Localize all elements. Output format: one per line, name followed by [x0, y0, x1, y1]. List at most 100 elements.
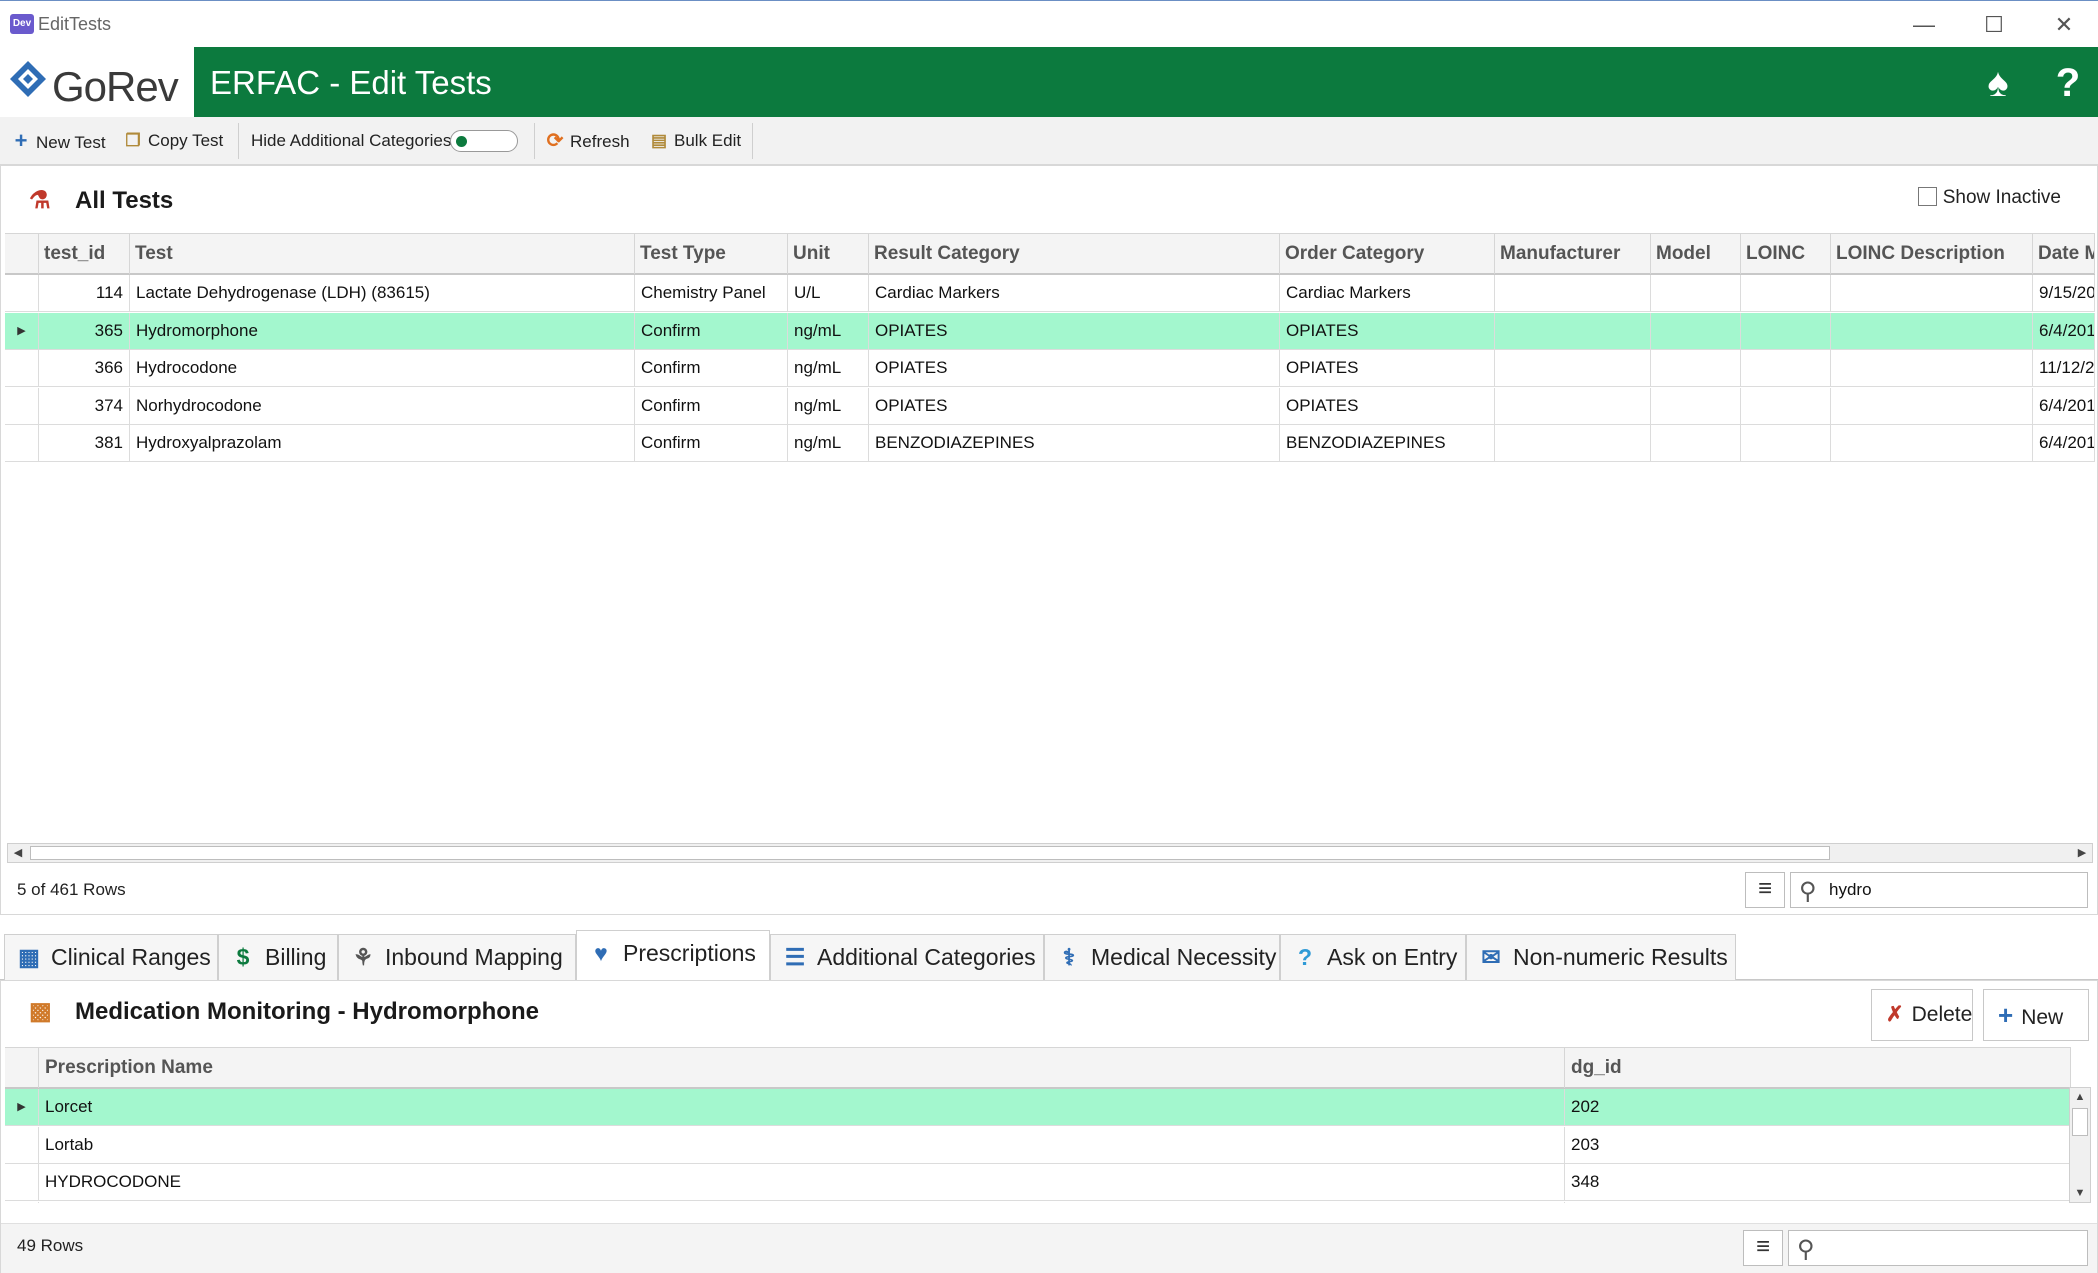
table-cell[interactable]: ng/mL [788, 387, 869, 424]
column-header[interactable]: Model [1651, 234, 1741, 274]
table-cell[interactable]: Confirm [635, 387, 788, 424]
bulk-edit-button[interactable]: ▤ Bulk Edit [648, 127, 741, 155]
table-cell[interactable] [1741, 275, 1831, 311]
table-cell[interactable]: BENZODIAZEPINES [1280, 425, 1495, 461]
users-key-icon[interactable]: ♠ [1976, 61, 2020, 105]
column-header[interactable]: Unit [788, 234, 869, 274]
table-row[interactable]: ▶ Lorcet 202 [5, 1089, 2071, 1126]
column-header[interactable]: Date M [2033, 234, 2095, 274]
column-header[interactable]: Result Category [869, 234, 1280, 274]
table-row[interactable]: 366 Hydrocodone Confirm ng/mL OPIATES OPIATES… [5, 350, 2095, 387]
table-cell[interactable] [1831, 312, 2033, 349]
show-inactive-checkbox[interactable]: Show Inactive [1917, 187, 2061, 209]
table-cell[interactable] [1831, 425, 2033, 461]
table-row[interactable]: Anexsia207 [5, 1201, 2071, 1203]
new-test-button[interactable]: + New Test [10, 127, 106, 155]
horizontal-scrollbar[interactable]: ◀ ▶ [7, 843, 2093, 863]
hide-additional-toggle[interactable] [450, 130, 518, 152]
column-header[interactable]: test_id [39, 234, 130, 274]
minimize-icon[interactable]: — [1894, 9, 1954, 41]
help-icon[interactable]: ? [2046, 61, 2090, 105]
table-cell[interactable] [1651, 425, 1741, 461]
copy-test-button[interactable]: ❐ Copy Test [122, 127, 223, 155]
scroll-right-icon[interactable]: ▶ [2072, 844, 2092, 862]
table-cell[interactable]: Chemistry Panel [635, 275, 788, 311]
scrollbar-thumb[interactable] [30, 846, 1830, 860]
table-cell[interactable] [1741, 350, 1831, 386]
vertical-scrollbar[interactable]: ▲ ▼ [2069, 1087, 2091, 1203]
table-cell[interactable] [1831, 350, 2033, 386]
table-cell[interactable]: Cardiac Markers [1280, 275, 1495, 311]
table-cell[interactable]: ng/mL [788, 425, 869, 461]
table-cell[interactable]: 9/15/20 [2033, 275, 2095, 311]
table-row[interactable]: HYDROCODONE 348 [5, 1164, 2071, 1201]
table-cell[interactable]: BENZODIAZEPINES [869, 425, 1280, 461]
table-cell[interactable] [1831, 387, 2033, 424]
table-cell[interactable]: 6/4/201 [2033, 425, 2095, 461]
column-header[interactable]: Test [130, 234, 635, 274]
table-cell[interactable] [1741, 387, 1831, 424]
delete-button[interactable]: ✗ Delete [1871, 989, 1973, 1041]
table-cell[interactable]: OPIATES [1280, 312, 1495, 349]
table-cell[interactable]: OPIATES [869, 387, 1280, 424]
table-cell[interactable]: Cardiac Markers [869, 275, 1280, 311]
column-header[interactable]: Order Category [1280, 234, 1495, 274]
checkbox-box[interactable] [1917, 187, 1937, 206]
new-button[interactable]: + New [1983, 989, 2089, 1041]
table-cell[interactable]: OPIATES [1280, 387, 1495, 424]
tab-non-numeric-results[interactable]: ✉ Non-numeric Results [1466, 934, 1736, 980]
table-cell[interactable]: 202 [1565, 1089, 2071, 1125]
table-cell[interactable] [1741, 425, 1831, 461]
table-cell[interactable]: OPIATES [869, 312, 1280, 349]
close-icon[interactable]: ✕ [2034, 9, 2094, 41]
table-cell[interactable]: Hydromorphone [130, 312, 635, 349]
table-cell[interactable]: Lactate Dehydrogenase (LDH) (83615) [130, 275, 635, 311]
table-cell[interactable]: Confirm [635, 425, 788, 461]
table-cell[interactable]: Hydroxyalprazolam [130, 425, 635, 461]
table-cell[interactable] [1651, 312, 1741, 349]
column-header[interactable]: Test Type [635, 234, 788, 274]
table-cell[interactable]: 6/4/201 [2033, 312, 2095, 349]
tab-prescriptions[interactable]: ♥ Prescriptions [576, 930, 770, 981]
table-cell[interactable]: 365 [39, 312, 130, 349]
scroll-down-icon[interactable]: ▼ [2070, 1184, 2090, 1202]
table-cell[interactable]: Confirm [635, 350, 788, 386]
table-cell[interactable]: OPIATES [1280, 350, 1495, 386]
column-header[interactable]: LOINC Description [1831, 234, 2033, 274]
table-cell[interactable] [1651, 275, 1741, 311]
grid-menu-button[interactable]: ≡ [1745, 872, 1785, 908]
table-row[interactable]: ▶ 365 Hydromorphone Confirm ng/mL OPIATES OPIA… [5, 312, 2095, 350]
table-cell[interactable]: ng/mL [788, 350, 869, 386]
tab-inbound-mapping[interactable]: ⚘ Inbound Mapping [338, 934, 576, 980]
grid-menu-button[interactable]: ≡ [1743, 1230, 1783, 1266]
tab-billing[interactable]: $ Billing [218, 934, 338, 980]
table-cell[interactable]: Lortab [39, 1126, 1565, 1163]
table-cell[interactable]: 6/4/201 [2033, 387, 2095, 424]
column-header[interactable]: dg_id [1565, 1048, 2071, 1088]
table-cell[interactable]: 11/12/2 [2033, 350, 2095, 386]
table-cell[interactable]: 203 [1565, 1126, 2071, 1163]
table-cell[interactable]: Norhydrocodone [130, 387, 635, 424]
column-header[interactable]: Prescription Name [39, 1048, 1565, 1088]
table-cell[interactable] [1495, 312, 1651, 349]
table-cell[interactable]: ng/mL [788, 312, 869, 349]
table-cell[interactable] [1495, 350, 1651, 386]
tab-clinical-ranges[interactable]: ▦ Clinical Ranges [4, 934, 218, 980]
table-cell[interactable]: Hydrocodone [130, 350, 635, 386]
tab-ask-on-entry[interactable]: ? Ask on Entry [1280, 934, 1466, 980]
table-cell[interactable] [1651, 387, 1741, 424]
table-cell[interactable] [1741, 312, 1831, 349]
table-cell[interactable]: 366 [39, 350, 130, 386]
tab-additional-categories[interactable]: ☰ Additional Categories [770, 934, 1044, 980]
table-row[interactable]: 381 Hydroxyalprazolam Confirm ng/mL BENZODIA… [5, 425, 2095, 462]
table-cell[interactable]: HYDROCODONE [39, 1164, 1565, 1200]
tests-search-input[interactable]: ⚲ hydro [1790, 872, 2088, 908]
scroll-up-icon[interactable]: ▲ [2070, 1088, 2090, 1106]
maximize-icon[interactable]: ☐ [1964, 9, 2024, 41]
table-cell[interactable]: Lorcet [39, 1089, 1565, 1125]
column-header[interactable]: Manufacturer [1495, 234, 1651, 274]
table-cell[interactable]: 381 [39, 425, 130, 461]
table-cell[interactable] [1495, 275, 1651, 311]
table-cell[interactable]: Confirm [635, 312, 788, 349]
scrollbar-thumb[interactable] [2072, 1108, 2088, 1136]
